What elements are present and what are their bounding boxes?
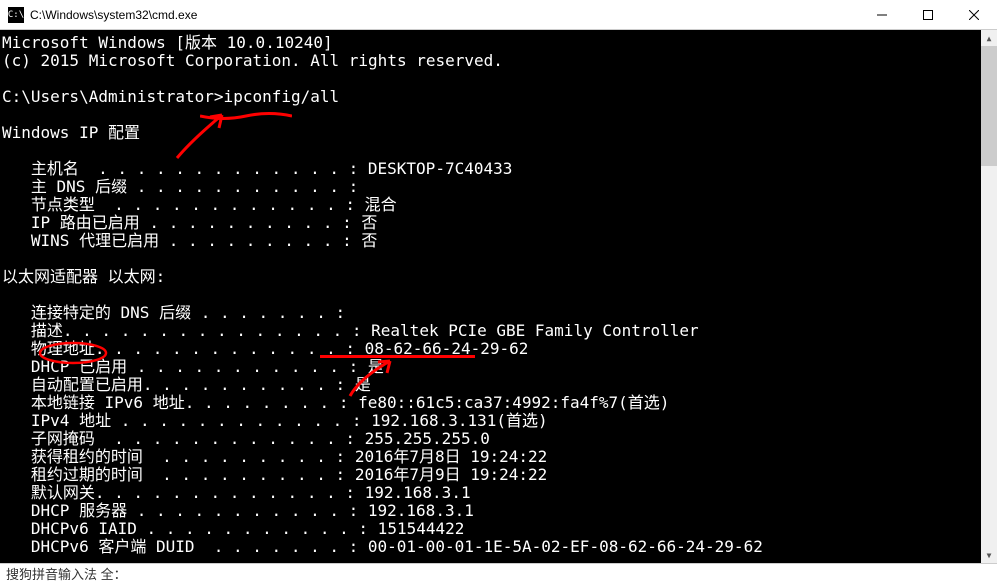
- adapter-dhcp-enabled: DHCP 已启用 . . . . . . . . . . . : 是: [2, 357, 384, 376]
- adapter-lease-obtained: 获得租约的时间 . . . . . . . . . : 2016年7月8日 19…: [2, 447, 547, 466]
- section-header: 以太网适配器 以太网:: [2, 267, 165, 286]
- output-line: (c) 2015 Microsoft Corporation. All righ…: [2, 51, 503, 70]
- output-line: Microsoft Windows [版本 10.0.10240]: [2, 33, 333, 52]
- cmd-window: C:\ C:\Windows\system32\cmd.exe Microsof…: [0, 0, 997, 583]
- vertical-scrollbar[interactable]: ▲ ▼: [981, 30, 997, 563]
- config-hostname: 主机名 . . . . . . . . . . . . . : DESKTOP-…: [2, 159, 512, 178]
- config-dns-suffix: 主 DNS 后缀 . . . . . . . . . . . :: [2, 177, 358, 196]
- adapter-dhcp-server: DHCP 服务器 . . . . . . . . . . . : 192.168…: [2, 501, 474, 520]
- window-title: C:\Windows\system32\cmd.exe: [30, 8, 859, 22]
- close-icon: [969, 10, 979, 20]
- adapter-lease-expires: 租约过期的时间 . . . . . . . . . : 2016年7月9日 19…: [2, 465, 547, 484]
- maximize-icon: [923, 10, 933, 20]
- adapter-ipv4: IPv4 地址 . . . . . . . . . . . . : 192.16…: [2, 411, 548, 430]
- adapter-dhcpv6-duid: DHCPv6 客户端 DUID . . . . . . . : 00-01-00…: [2, 537, 763, 556]
- minimize-button[interactable]: [859, 0, 905, 30]
- adapter-linklocal-ipv6: 本地链接 IPv6 地址. . . . . . . . : fe80::61c5…: [2, 393, 669, 412]
- ime-text: 搜狗拼音输入法 全：: [6, 564, 127, 583]
- config-node-type: 节点类型 . . . . . . . . . . . . : 混合: [2, 195, 397, 214]
- adapter-gateway: 默认网关. . . . . . . . . . . . . : 192.168.…: [2, 483, 471, 502]
- terminal-output[interactable]: Microsoft Windows [版本 10.0.10240] (c) 20…: [0, 30, 997, 563]
- config-wins-proxy: WINS 代理已启用 . . . . . . . . . : 否: [2, 231, 377, 250]
- scroll-up-button[interactable]: ▲: [981, 30, 997, 46]
- maximize-button[interactable]: [905, 0, 951, 30]
- minimize-icon: [877, 10, 887, 20]
- cmd-icon: C:\: [8, 7, 24, 23]
- close-button[interactable]: [951, 0, 997, 30]
- ime-bar: 搜狗拼音输入法 全：: [0, 563, 997, 583]
- section-header: Windows IP 配置: [2, 123, 140, 142]
- adapter-subnet: 子网掩码 . . . . . . . . . . . . : 255.255.2…: [2, 429, 490, 448]
- config-ip-routing: IP 路由已启用 . . . . . . . . . . : 否: [2, 213, 377, 232]
- adapter-autoconf: 自动配置已启用. . . . . . . . . . : 是: [2, 375, 371, 394]
- titlebar[interactable]: C:\ C:\Windows\system32\cmd.exe: [0, 0, 997, 30]
- window-controls: [859, 0, 997, 29]
- adapter-dhcpv6-iaid: DHCPv6 IAID . . . . . . . . . . . : 1515…: [2, 519, 464, 538]
- scroll-down-button[interactable]: ▼: [981, 547, 997, 563]
- adapter-mac-address: 物理地址. . . . . . . . . . . . . : 08-62-66…: [2, 339, 528, 358]
- prompt-line: C:\Users\Administrator>ipconfig/all: [2, 87, 339, 106]
- scroll-thumb[interactable]: [981, 46, 997, 166]
- adapter-conn-dns: 连接特定的 DNS 后缀 . . . . . . . :: [2, 303, 345, 322]
- adapter-description: 描述. . . . . . . . . . . . . . . : Realte…: [2, 321, 699, 340]
